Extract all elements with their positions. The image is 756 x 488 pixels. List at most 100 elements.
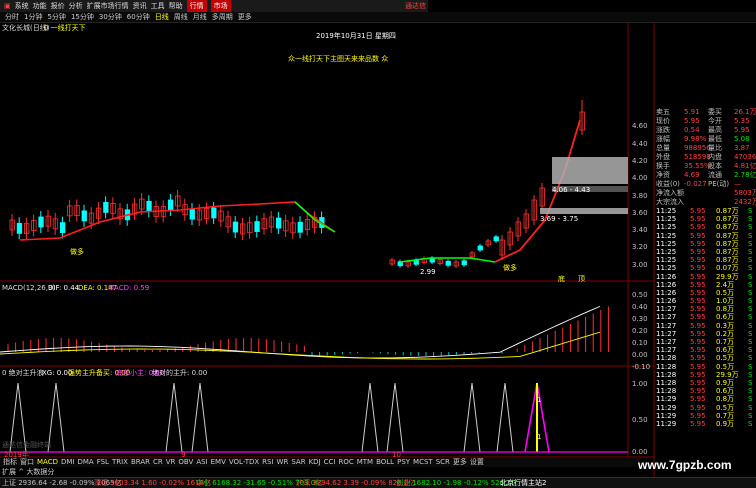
quote-label: 净资 <box>656 171 670 179</box>
menu-item-function[interactable]: 功能 <box>33 0 47 12</box>
indicator-tab[interactable]: ROC <box>338 458 353 467</box>
quote-row: 净资 4.69 流通 2.78亿 <box>654 171 756 180</box>
indicator-tab[interactable]: MTM <box>357 458 373 467</box>
period-60min[interactable]: 60分钟 <box>127 12 150 22</box>
tick-volume: 0.7万 <box>716 338 735 346</box>
menu-item-tools[interactable]: 工具 <box>151 0 165 12</box>
indicator-tab[interactable]: SCR <box>436 458 450 467</box>
quote-label: 最低 <box>708 135 722 143</box>
indicator-tab[interactable]: ASI <box>196 458 207 467</box>
indicator-tab[interactable]: 指标 <box>3 458 17 467</box>
price-tick: 3.20 <box>632 243 648 251</box>
tick-volume: 0.07万 <box>716 264 739 273</box>
tick-row: 11:25 5.95 0.87万 S <box>654 256 756 264</box>
period-multi[interactable]: 多周期 <box>212 12 233 22</box>
indicator-tab[interactable]: DMA <box>77 458 93 467</box>
tick-row: 11:25 5.95 0.87万 S <box>654 223 756 231</box>
period-1min[interactable]: 1分钟 <box>24 12 42 22</box>
tick-price: 5.95 <box>690 223 706 232</box>
tab-market-quote[interactable]: 行情 <box>186 0 207 12</box>
price-tick: 4.40 <box>632 140 648 148</box>
indicator-tab[interactable]: VOL-TDX <box>229 458 259 467</box>
tick-volume: 0.6万 <box>716 346 735 355</box>
tick-side: S <box>748 395 753 404</box>
tick-time: 11:27 <box>656 305 677 314</box>
tick-row: 11:29 5.95 0.5万 S <box>654 404 756 412</box>
quote-label: 换手 <box>656 162 670 170</box>
tick-row: 11:25 5.95 0.87万 S <box>654 215 756 223</box>
period-daily[interactable]: 日线 <box>155 12 169 22</box>
tick-side: S <box>748 264 753 273</box>
tick-side: S <box>748 362 753 371</box>
app-brand: 通达信 <box>405 2 426 10</box>
indicator-tab[interactable]: 窗口 <box>20 458 34 467</box>
tick-volume: 0.3万 <box>716 321 735 330</box>
tick-row: 11:27 5.95 0.7万 S <box>654 338 756 346</box>
date-label: 2019年10月31日 星期四 <box>316 32 396 40</box>
tick-volume: 0.87万 <box>716 207 739 215</box>
period-monthly[interactable]: 月线 <box>193 12 207 22</box>
menu-item-ext-market[interactable]: 扩展市场行情 <box>87 0 129 12</box>
menu-item-system[interactable]: 系统 <box>15 0 29 12</box>
indicator-tab[interactable]: SAR <box>291 458 305 467</box>
tab-market[interactable]: 市场 <box>210 0 231 12</box>
period-30min[interactable]: 30分钟 <box>99 12 122 22</box>
indicator-tab[interactable]: MCST <box>413 458 433 467</box>
tick-price: 5.95 <box>690 247 706 256</box>
quote-label: 内盘 <box>708 153 722 161</box>
candle-body <box>189 208 195 220</box>
quote-value: 5803万 <box>734 189 756 197</box>
period-15min[interactable]: 15分钟 <box>71 12 94 22</box>
indicator-tab[interactable]: 更多 <box>453 458 467 467</box>
period-more[interactable]: 更多 <box>238 12 252 22</box>
tick-volume: 0.87万 <box>716 239 739 248</box>
menu-item-news[interactable]: 资讯 <box>133 0 147 12</box>
tick-row: 11:28 5.95 0.6万 S <box>654 387 756 395</box>
tick-time: 11:25 <box>656 223 677 232</box>
tick-side: S <box>748 378 753 387</box>
indicator-tab[interactable]: TRIX <box>112 458 128 467</box>
price-zone-box <box>540 208 628 214</box>
indicator-tab[interactable]: OBV <box>178 458 193 467</box>
indicator-tab[interactable]: RSI <box>262 458 273 467</box>
tick-time: 11:27 <box>656 329 677 338</box>
candle-body <box>254 221 260 232</box>
menu-item-help[interactable]: 帮助 <box>169 0 183 12</box>
indicator-tab[interactable]: MACD <box>37 458 58 467</box>
tick-time: 11:27 <box>656 321 677 330</box>
tick-time: 11:28 <box>656 370 677 379</box>
indicator-tab[interactable]: VR <box>166 458 176 467</box>
indicator-tab[interactable]: CCI <box>324 458 336 467</box>
indicator-tab[interactable]: WR <box>277 458 289 467</box>
quote-value: 5.91 <box>684 108 700 116</box>
period-5min[interactable]: 5分钟 <box>47 12 65 22</box>
indicator-tab[interactable]: BRAR <box>131 458 150 467</box>
tick-price: 5.95 <box>690 313 706 322</box>
indicator-tab[interactable]: PSY <box>397 458 410 467</box>
osc-marker-top: 1 <box>537 396 542 404</box>
indicator-tab[interactable]: FSL <box>97 458 109 467</box>
osc-signal-line <box>191 382 209 453</box>
indicator-tab[interactable]: EMV <box>211 458 226 467</box>
period-minute[interactable]: 分时 <box>5 12 19 22</box>
tick-time: 11:28 <box>656 362 677 371</box>
price-tick: 4.00 <box>632 174 648 182</box>
menu-item-analysis[interactable]: 分析 <box>69 0 83 12</box>
tick-side: S <box>748 207 753 215</box>
indicator-tab[interactable]: BOLL <box>376 458 394 467</box>
period-weekly[interactable]: 周线 <box>174 12 188 22</box>
indicator-tab[interactable]: 设置 <box>470 458 484 467</box>
indicator-tab[interactable]: KDJ <box>309 458 321 467</box>
quote-label: 现价 <box>656 117 670 125</box>
indicator-tab[interactable]: DMI <box>61 458 75 467</box>
osc-watermark-small: 通达信金融终端 <box>2 441 51 449</box>
tick-side: S <box>748 387 753 396</box>
indicator-tab[interactable]: CR <box>153 458 163 467</box>
quote-row: 净流入额 5803万 <box>654 189 756 198</box>
tick-volume: 0.6万 <box>716 387 735 396</box>
quote-label: 卖五 <box>656 108 670 116</box>
site-watermark: www.7gpzb.com <box>638 458 732 472</box>
quote-value: — <box>734 180 741 188</box>
quote-value: 35.55% <box>684 162 711 170</box>
menu-item-quote[interactable]: 报价 <box>51 0 65 12</box>
